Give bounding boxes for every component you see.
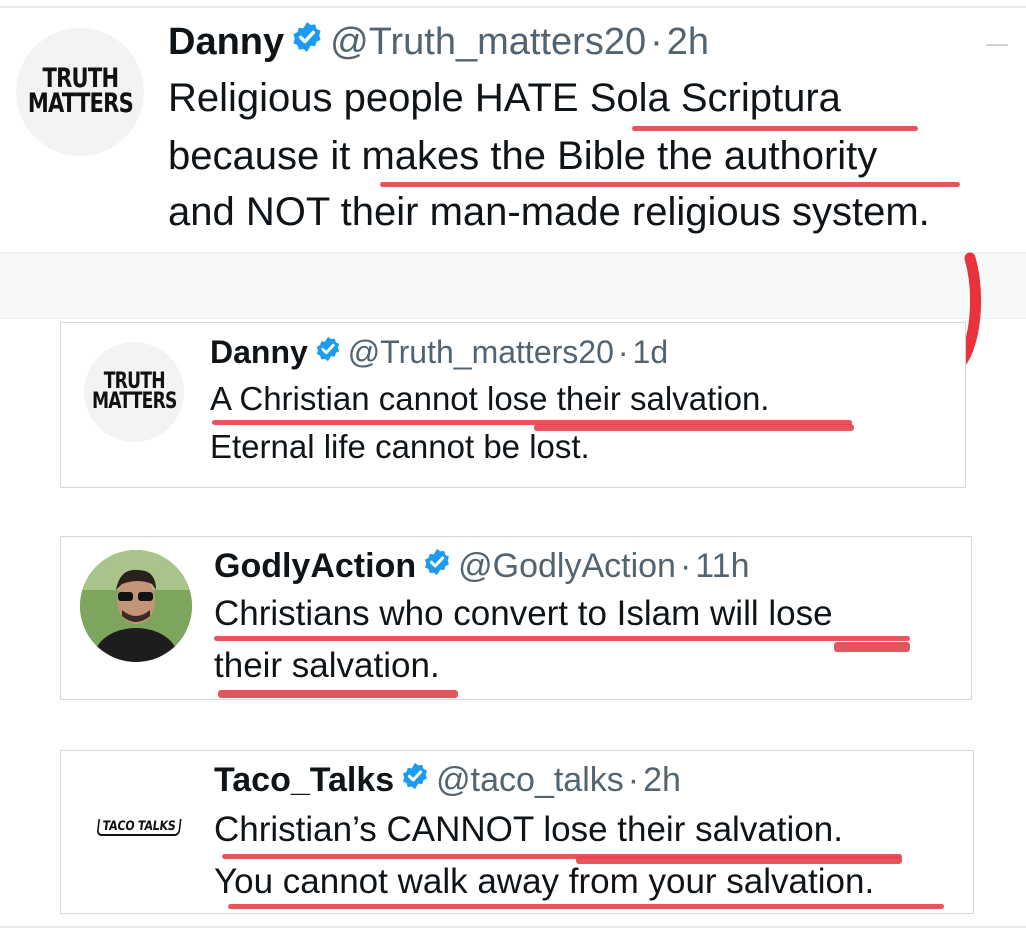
underline-bible-authority [380,182,960,187]
tweet-text-line-2: You cannot walk away from your salvation… [214,862,875,901]
author-name[interactable]: Danny [210,334,308,371]
tweet-text-line-1: A Christian cannot lose their salvation. [210,380,770,417]
profile-photo-avatar[interactable] [80,550,192,662]
tweet-text-line-1: Christian’s CANNOT lose their salvation. [214,810,843,849]
bottom-divider [0,926,1026,928]
dash-mark [986,44,1008,46]
verified-badge-icon [314,334,342,371]
author-handle[interactable]: @taco_talks [436,761,624,800]
verified-badge-icon [290,20,324,64]
author-handle[interactable]: @Truth_matters20 [330,21,646,64]
separator-dot: · [650,20,663,63]
author-handle[interactable]: @GodlyAction [458,547,676,586]
tweet-time[interactable]: 11h [695,547,749,586]
truth-matters-avatar[interactable]: TRUTH MATTERS [84,342,184,442]
author-handle[interactable]: @Truth_matters20 [348,334,614,371]
tweet-text-line-2: their salvation. [214,646,440,685]
top-divider [0,6,1026,8]
tweet-text-line-2: Eternal life cannot be lost. [210,428,590,465]
tweet-time[interactable]: 2h [667,21,709,64]
quoted-tweet-header: Taco_Talks @taco_talks · 2h [214,758,681,802]
tweet-text-line-2: because it makes the Bible the authority [168,134,878,178]
underline-convert-lose [214,636,910,641]
taco-talks-logo-avatar[interactable]: TACO TALKS [76,812,202,842]
tweet-time[interactable]: 2h [643,761,681,800]
quoted-tweet-header: GodlyAction @GodlyAction · 11h [214,544,750,588]
tweet-text-line-3: and NOT their man-made religious system. [168,190,930,234]
logo-line-2: MATTERS [27,88,133,119]
underline-lose-salvation-thick [534,424,854,431]
underline-walk-away [228,904,944,909]
separator-dot: · [679,546,692,585]
taco-talks-logo-text: TACO TALKS [96,818,182,836]
author-name[interactable]: Taco_Talks [214,761,394,800]
tweet-text-line-1: Christians who convert to Islam will los… [214,594,833,633]
verified-badge-icon [422,547,452,586]
quoted-tweet-header: Danny @Truth_matters20 · 1d [210,330,668,374]
underline-sola-scriptura [632,126,918,131]
section-divider [0,252,1026,319]
underline-their-salvation [218,690,458,698]
top-tweet-header: Danny @Truth_matters20 · 2h [168,18,709,66]
logo-line-2: MATTERS [91,389,177,414]
author-name[interactable]: GodlyAction [214,547,416,586]
truth-matters-avatar[interactable]: TRUTH MATTERS [16,28,144,156]
verified-badge-icon [400,761,430,800]
underline-cannot-lose-thick [576,856,902,864]
underline-lose-thick [834,642,910,652]
separator-dot: · [617,333,629,370]
tweet-text-line-1: Religious people HATE Sola Scriptura [168,76,841,120]
separator-dot: · [627,760,640,799]
tweet-time[interactable]: 1d [633,334,669,371]
author-name[interactable]: Danny [168,21,284,64]
